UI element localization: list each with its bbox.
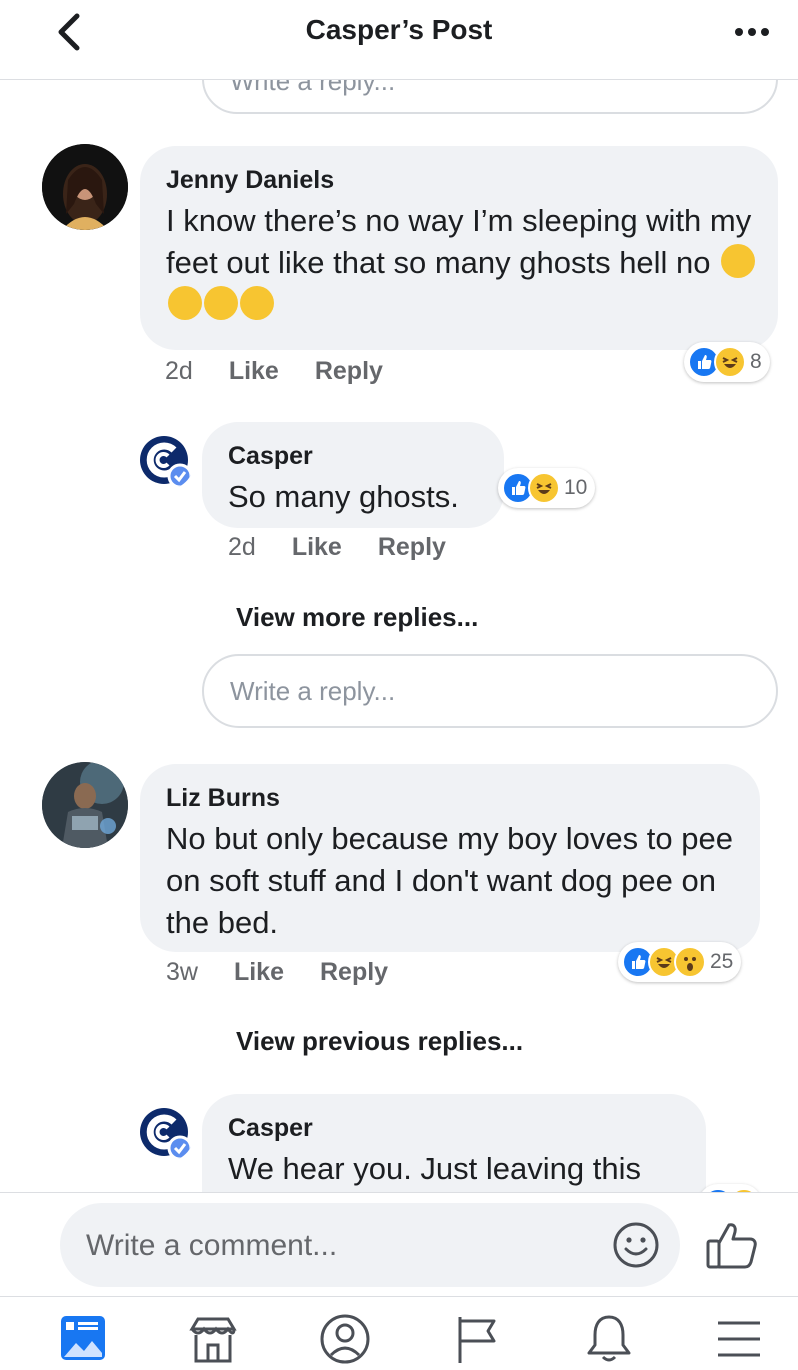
comment-text: I know there’s no way I’m sleeping with … [166, 200, 766, 326]
comment-bubble-jenny[interactable]: Jenny Daniels I know there’s no way I’m … [140, 146, 778, 350]
emoji-button[interactable] [612, 1221, 660, 1269]
reply-bubble-casper[interactable]: Casper So many ghosts. [202, 422, 504, 528]
menu-icon [718, 1321, 760, 1357]
comment-bubble-liz[interactable]: Liz Burns No but only because my boy lov… [140, 764, 760, 952]
reply-button[interactable]: Reply [320, 958, 388, 987]
comment-input[interactable]: Write a comment... [60, 1203, 680, 1287]
reply-actions: 2d Like Reply [228, 533, 446, 562]
reaction-summary[interactable]: 8 [684, 342, 770, 382]
more-options-button[interactable] [732, 18, 772, 46]
reply-time: 2d [228, 533, 256, 561]
avatar-photo [42, 762, 128, 848]
avatar-photo [42, 144, 128, 230]
reply-placeholder: Write a reply... [230, 80, 396, 96]
tab-marketplace[interactable] [186, 1313, 240, 1367]
profile-icon [320, 1314, 370, 1364]
rolling-laughing-face-icon [168, 285, 202, 320]
tab-notifications[interactable] [582, 1313, 636, 1367]
comment-time: 2d [165, 357, 193, 385]
reply-input-previous[interactable]: Write a reply... [202, 80, 778, 114]
reply-author[interactable]: Casper [228, 1114, 313, 1143]
reply-text: We hear you. Just leaving this [228, 1151, 641, 1186]
more-dots-icon [735, 28, 769, 36]
casper-logo-icon [140, 1108, 193, 1161]
reaction-count: 10 [564, 476, 588, 499]
notifications-bell-icon [587, 1315, 631, 1362]
reply-reaction-summary[interactable]: 10 [498, 468, 596, 508]
reply-bubble-casper[interactable]: Casper We hear you. Just leaving this [202, 1094, 706, 1192]
comment-author[interactable]: Jenny Daniels [166, 166, 334, 195]
avatar-liz-burns[interactable] [42, 762, 128, 848]
tab-menu[interactable] [712, 1313, 766, 1367]
tab-pages[interactable] [450, 1313, 504, 1367]
reaction-summary[interactable]: 25 [618, 942, 742, 982]
comments-feed[interactable]: Write a reply... Jenny Daniels I know th… [0, 80, 798, 1192]
header-divider [0, 79, 798, 80]
comment-actions: 2d Like Reply [165, 357, 383, 386]
avatar-casper[interactable] [138, 434, 194, 490]
reply-placeholder: Write a reply... [230, 676, 396, 706]
reply-reaction-summary[interactable] [698, 1184, 762, 1192]
reply-author[interactable]: Casper [228, 442, 313, 471]
like-send-button[interactable] [704, 1217, 760, 1273]
casper-logo-icon [140, 436, 193, 489]
smiley-icon [613, 1222, 659, 1268]
haha-reaction-icon [714, 346, 746, 378]
page-title: Casper’s Post [305, 14, 493, 45]
top-bar: Casper’s Post [0, 0, 798, 80]
reaction-count: 25 [710, 950, 734, 973]
comment-time: 3w [166, 958, 198, 986]
avatar-casper[interactable] [138, 1106, 194, 1162]
tears-of-joy-face-icon [204, 285, 238, 320]
comment-placeholder: Write a comment... [86, 1229, 338, 1262]
news-feed-icon [61, 1316, 105, 1360]
pages-flag-icon [458, 1317, 496, 1363]
view-previous-replies-link[interactable]: View previous replies... [236, 1026, 523, 1057]
reply-text: So many ghosts. [228, 479, 459, 514]
tab-profile[interactable] [318, 1313, 372, 1367]
haha-reaction-icon [528, 472, 560, 504]
wow-reaction-icon [674, 946, 706, 978]
marketplace-icon [189, 1317, 237, 1363]
comment-text: No but only because my boy loves to pee … [166, 821, 733, 940]
view-more-replies-link[interactable]: View more replies... [236, 602, 478, 633]
rolling-laughing-face-icon [240, 285, 274, 320]
reply-button[interactable]: Reply [315, 357, 383, 386]
avatar-jenny-daniels[interactable] [42, 144, 128, 230]
comment-composer: Write a comment... [0, 1192, 798, 1296]
bottom-tab-bar [0, 1296, 798, 1370]
reaction-count: 8 [750, 350, 762, 373]
comment-author[interactable]: Liz Burns [166, 784, 280, 813]
thinking-face-icon [721, 243, 756, 278]
like-button[interactable]: Like [292, 533, 342, 562]
like-button[interactable]: Like [229, 357, 279, 386]
tab-news-feed[interactable] [56, 1313, 110, 1367]
like-button[interactable]: Like [234, 958, 284, 987]
thumbs-up-icon [706, 1223, 757, 1269]
comment-actions: 3w Like Reply [166, 958, 388, 987]
reply-input[interactable]: Write a reply... [202, 654, 778, 728]
reply-button[interactable]: Reply [378, 533, 446, 562]
